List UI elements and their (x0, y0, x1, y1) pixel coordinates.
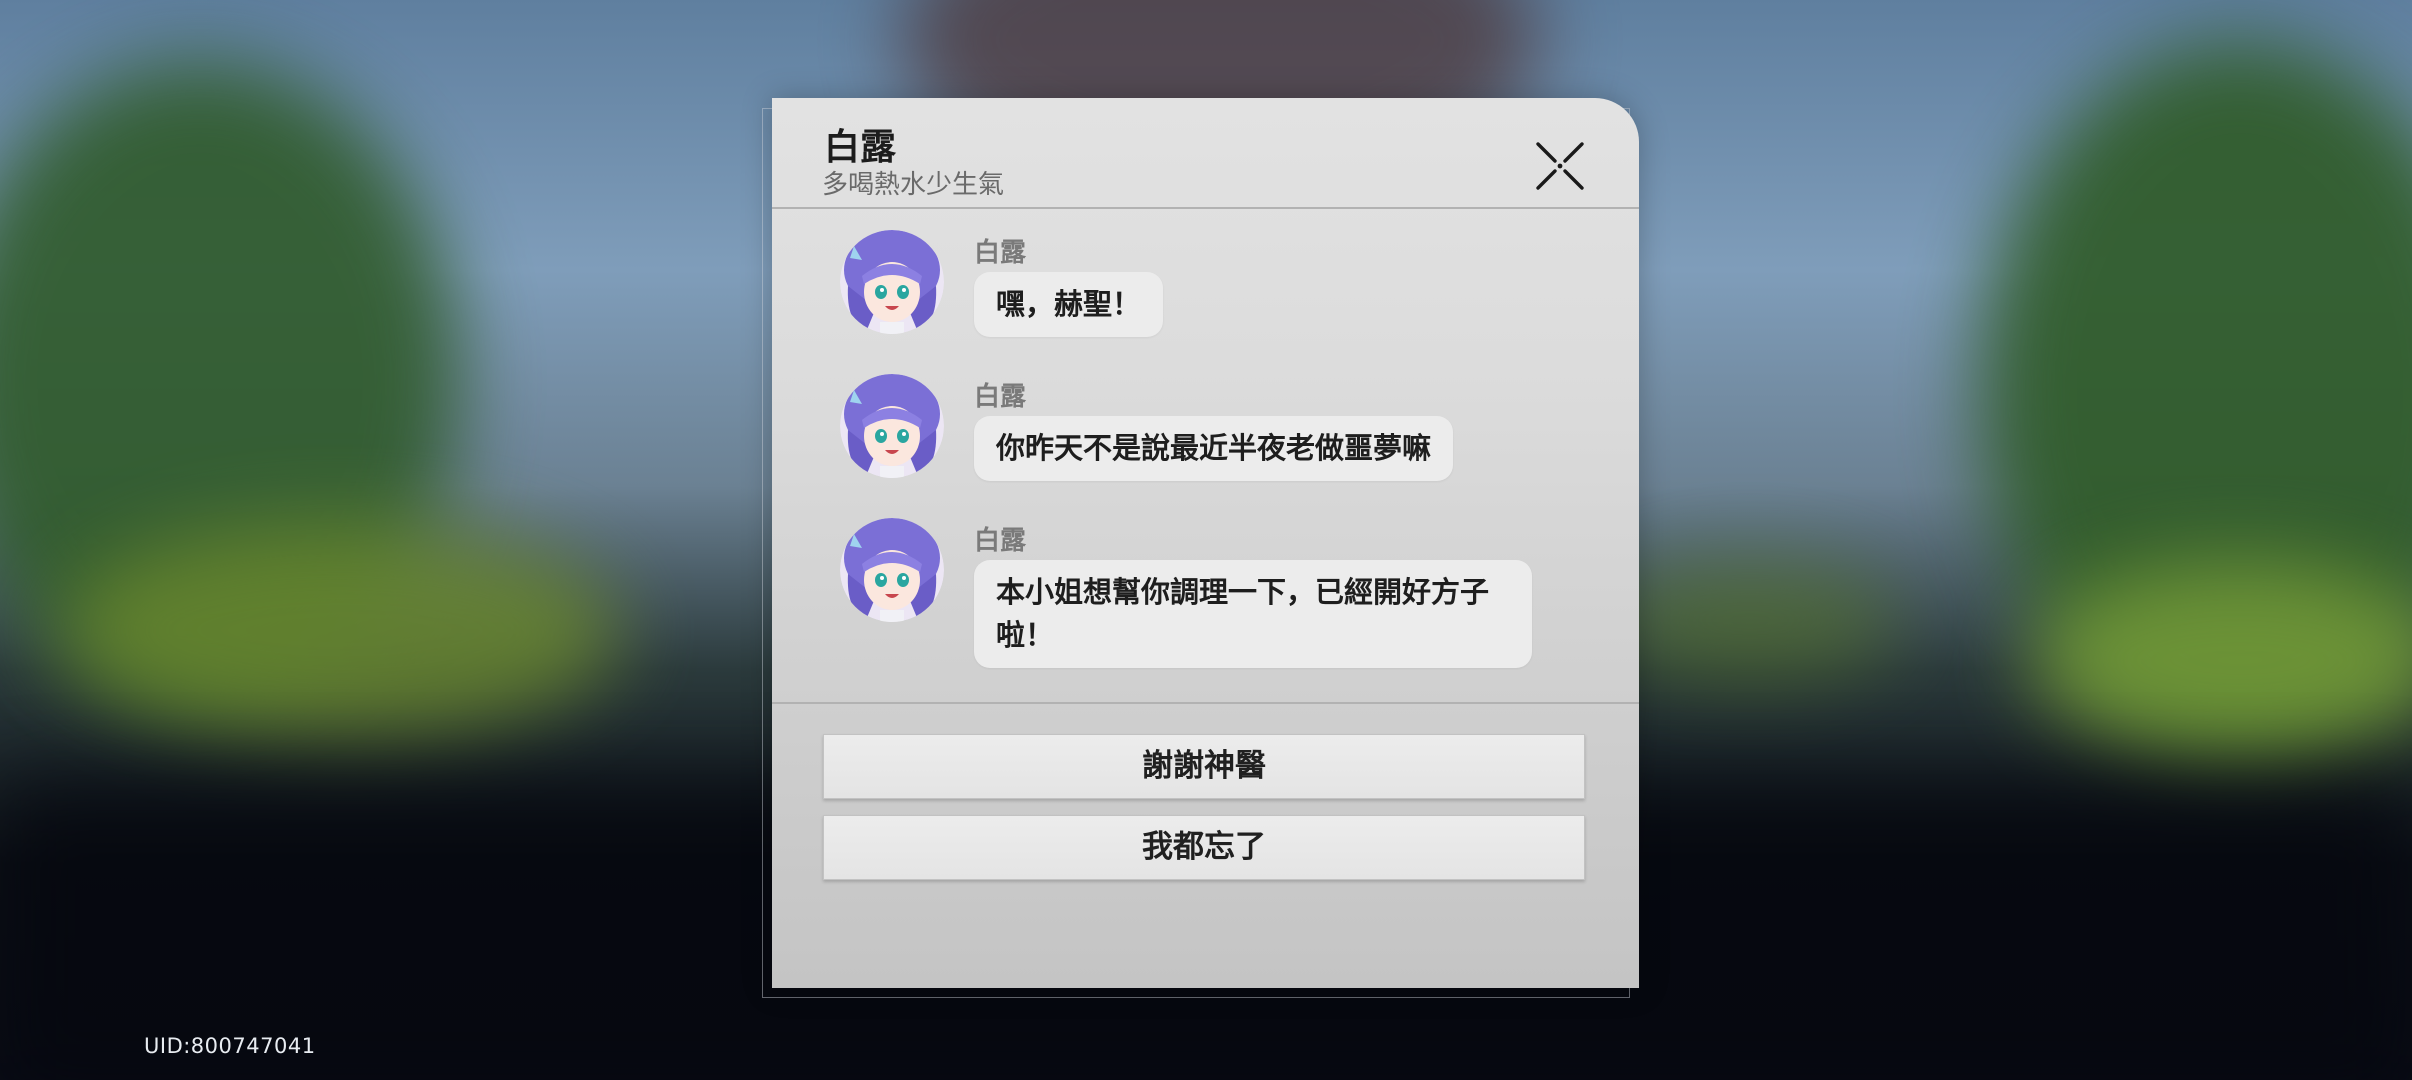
avatar (840, 374, 944, 478)
contact-name: 白露 (824, 127, 897, 168)
avatar (840, 230, 944, 334)
message-bubble: 嘿，赫聖！ (974, 272, 1164, 337)
close-icon (1536, 142, 1584, 190)
contact-signature: 多喝熱水少生氣 (822, 170, 1005, 200)
avatar (840, 518, 944, 622)
background-blur (1600, 560, 1900, 680)
background-blur (2030, 560, 2412, 760)
background-blur (60, 520, 620, 740)
dialog-header: 白露 多喝熱水少生氣 (772, 98, 1639, 208)
sender-name: 白露 (974, 382, 1027, 412)
avatar-icon (840, 518, 944, 622)
uid-label: UID:800747041 (144, 1034, 316, 1058)
avatar-icon (840, 230, 944, 334)
sender-name: 白露 (974, 526, 1027, 556)
message-bubble: 你昨天不是說最近半夜老做噩夢嘛 (974, 416, 1454, 481)
close-button[interactable] (1534, 140, 1586, 192)
reply-option-thanks-button[interactable]: 謝謝神醫 (823, 734, 1585, 799)
header-divider (772, 207, 1639, 209)
reply-option-forgot-button[interactable]: 我都忘了 (823, 815, 1585, 880)
message-bubble: 本小姐想幫你調理一下，已經開好方子啦！ (974, 560, 1532, 668)
options-divider (772, 702, 1639, 704)
sender-name: 白露 (974, 238, 1027, 268)
message-dialog: 白露 多喝熱水少生氣 白露 嘿，赫聖！ 白露 你昨天不是說最近半夜老做噩夢嘛 白… (772, 98, 1639, 988)
avatar-icon (840, 374, 944, 478)
